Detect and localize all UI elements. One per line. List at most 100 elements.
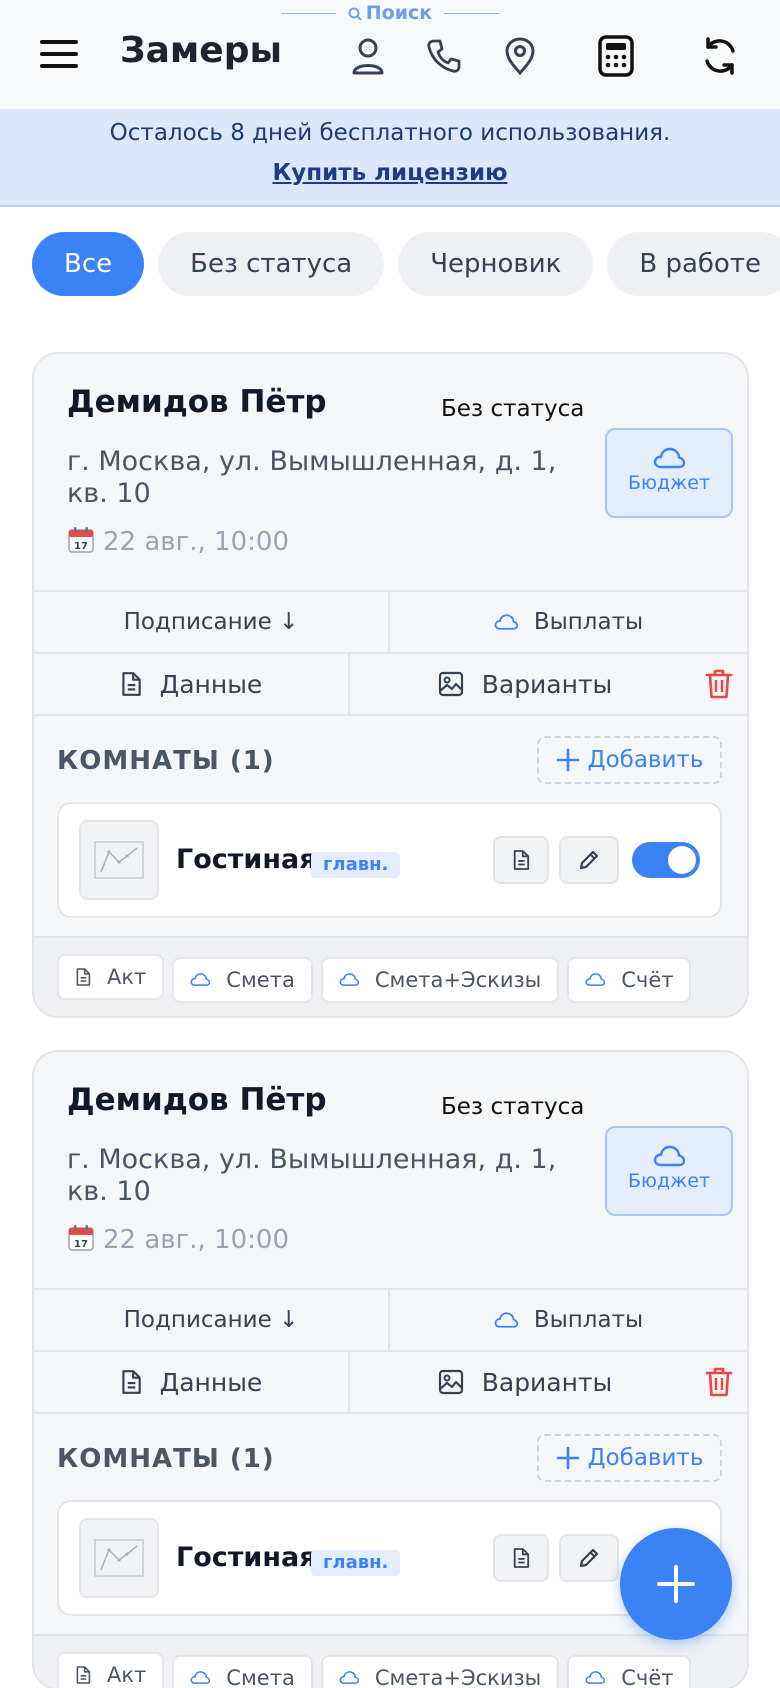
pencil-icon <box>579 1548 599 1568</box>
room-edit-button[interactable] <box>559 836 619 884</box>
payments-label: Выплаты <box>533 609 644 635</box>
location-pin-icon[interactable] <box>498 34 542 78</box>
room-name: Гостиная <box>176 1542 317 1573</box>
main-room-badge: главн. <box>311 1550 401 1576</box>
estimate-sketches-document-button[interactable]: Смета+Эскизы <box>320 1654 560 1688</box>
payments-button[interactable]: Выплаты <box>390 592 747 652</box>
add-room-button[interactable]: Добавить <box>537 1434 722 1482</box>
plus-icon <box>556 1446 579 1470</box>
variants-label: Варианты <box>481 1367 613 1397</box>
card-header: Демидов Пётр Без статуса г. Москва, ул. … <box>34 354 747 590</box>
act-document-button[interactable]: Акт <box>57 1652 165 1688</box>
document-icon <box>120 671 150 697</box>
invoice-document-button[interactable]: Счёт <box>567 956 692 1003</box>
trash-icon[interactable] <box>705 1366 733 1403</box>
filter-chip-no-status[interactable]: Без статуса <box>158 232 385 296</box>
cloud-icon <box>190 972 218 987</box>
status-selector[interactable]: Без статуса <box>441 396 584 422</box>
appointment-date-text: 22 авг., 10:00 <box>103 1225 289 1255</box>
add-room-label: Добавить <box>587 747 704 773</box>
room-name: Гостиная <box>176 844 317 875</box>
filter-chip-all[interactable]: Все <box>32 232 145 296</box>
doc-label: Счёт <box>621 967 674 992</box>
card-actions-row: Подписание ↓ Выплаты <box>34 1288 747 1350</box>
menu-icon[interactable] <box>40 40 78 72</box>
room-enabled-toggle[interactable] <box>632 842 700 878</box>
measurement-card: Демидов Пётр Без статуса г. Москва, ул. … <box>32 352 749 1018</box>
documents-row: Акт Смета Смета+Эскизы Счёт <box>34 1634 747 1688</box>
doc-label: Смета+Эскизы <box>374 1665 542 1688</box>
filter-chip-draft[interactable]: Черновик <box>398 232 594 296</box>
main-room-badge: главн. <box>311 852 401 878</box>
search-icon <box>348 7 362 21</box>
room-plan-thumbnail <box>79 1518 159 1598</box>
document-icon <box>120 1369 150 1395</box>
search-hint-label: Поиск <box>365 2 433 24</box>
cloud-icon <box>190 1670 218 1685</box>
card-actions-row: Данные Варианты <box>34 652 747 714</box>
budget-button-label: Бюджет <box>627 1170 711 1192</box>
payments-button[interactable]: Выплаты <box>390 1290 747 1350</box>
calculator-icon[interactable] <box>594 34 638 78</box>
payments-label: Выплаты <box>533 1307 644 1333</box>
doc-label: Акт <box>107 1663 147 1687</box>
act-document-button[interactable]: Акт <box>57 954 165 1000</box>
estimate-sketches-document-button[interactable]: Смета+Эскизы <box>320 956 560 1003</box>
refresh-icon[interactable] <box>698 34 742 78</box>
invoice-document-button[interactable]: Счёт <box>567 1654 692 1688</box>
signing-button[interactable]: Подписание ↓ <box>34 592 390 652</box>
variants-button[interactable]: Варианты <box>350 654 700 714</box>
image-icon <box>438 1369 472 1395</box>
estimate-document-button[interactable]: Смета <box>172 956 313 1003</box>
address: г. Москва, ул. Вымышленная, д. 1, кв. 10 <box>67 446 557 509</box>
toggle-knob <box>668 846 696 874</box>
svg-text:17: 17 <box>74 1239 88 1250</box>
client-name[interactable]: Демидов Пётр <box>67 384 327 420</box>
filter-chip-in-progress[interactable]: В работе <box>607 232 780 296</box>
room-document-button[interactable] <box>493 836 549 884</box>
status-filter-bar: Все Без статуса Черновик В работе <box>32 232 780 298</box>
phone-icon[interactable] <box>422 34 466 78</box>
card-actions-row: Подписание ↓ Выплаты <box>34 590 747 652</box>
address: г. Москва, ул. Вымышленная, д. 1, кв. 10 <box>67 1144 557 1207</box>
plus-icon <box>556 748 579 772</box>
appointment-date: 17 22 авг., 10:00 <box>67 1224 289 1255</box>
data-button[interactable]: Данные <box>34 1352 350 1412</box>
cloud-icon <box>607 1144 731 1168</box>
cloud-icon <box>607 446 731 470</box>
data-label: Данные <box>159 1367 263 1397</box>
trash-icon[interactable] <box>705 668 733 705</box>
user-icon[interactable] <box>346 34 390 78</box>
room-document-button[interactable] <box>493 1534 549 1582</box>
estimate-document-button[interactable]: Смета <box>172 1654 313 1688</box>
client-name[interactable]: Демидов Пётр <box>67 1082 327 1118</box>
status-selector[interactable]: Без статуса <box>441 1094 584 1120</box>
add-room-button[interactable]: Добавить <box>537 736 722 784</box>
svg-text:17: 17 <box>74 541 88 552</box>
card-header: Демидов Пётр Без статуса г. Москва, ул. … <box>34 1052 747 1288</box>
buy-license-link[interactable]: Купить лицензию <box>272 160 507 186</box>
budget-button[interactable]: Бюджет <box>605 428 733 518</box>
doc-label: Акт <box>107 965 147 989</box>
document-icon <box>512 1547 530 1569</box>
add-measurement-button[interactable] <box>620 1528 732 1640</box>
variants-button[interactable]: Варианты <box>350 1352 700 1412</box>
divider <box>444 13 500 14</box>
calendar-icon: 17 <box>68 1225 94 1251</box>
data-button[interactable]: Данные <box>34 654 350 714</box>
cloud-icon <box>494 1311 526 1329</box>
room-item[interactable]: Гостиная главн. <box>57 802 722 918</box>
image-icon <box>438 671 472 697</box>
data-label: Данные <box>159 669 263 699</box>
cloud-icon <box>494 613 526 631</box>
trial-banner: Осталось 8 дней бесплатного использовани… <box>0 110 780 207</box>
search-hint[interactable]: Поиск <box>0 2 780 24</box>
cloud-icon <box>339 1670 367 1685</box>
doc-label: Счёт <box>621 1665 674 1688</box>
signing-button[interactable]: Подписание ↓ <box>34 1290 390 1350</box>
rooms-title: КОМНАТЫ (1) <box>57 1444 275 1474</box>
budget-button[interactable]: Бюджет <box>605 1126 733 1216</box>
divider <box>280 13 336 14</box>
room-edit-button[interactable] <box>559 1534 619 1582</box>
cloud-icon <box>339 972 367 987</box>
